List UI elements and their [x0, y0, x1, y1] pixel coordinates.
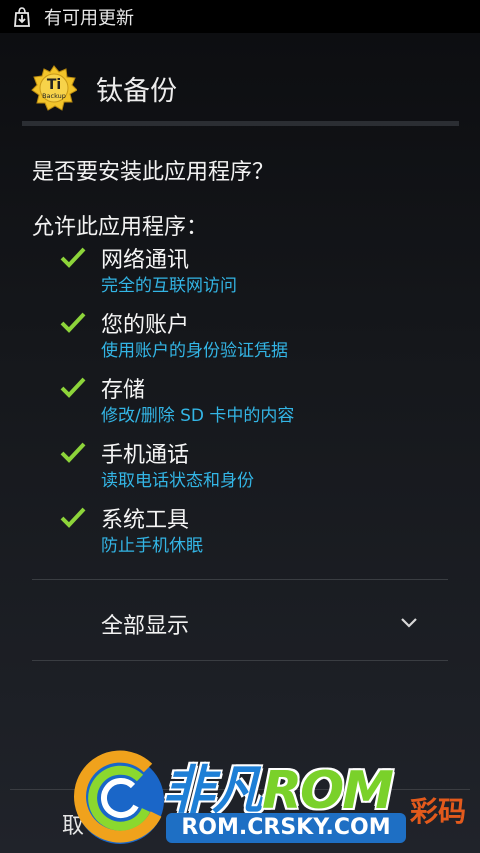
- show-all-bottom-divider: [32, 660, 448, 661]
- check-icon: [60, 507, 86, 528]
- watermark-brand: 非凡ROM: [162, 748, 394, 823]
- permission-item: 系统工具 防止手机休眠: [60, 500, 460, 565]
- check-icon: [60, 442, 86, 463]
- header-divider: [22, 121, 459, 126]
- download-bag-icon: [14, 6, 30, 27]
- watermark-brand-cn: 非凡: [162, 761, 264, 821]
- install-screen: 有可用更新 Ti Backup 钛备份 是否要安装此应用程序？ 允许此应用程序：…: [0, 0, 480, 853]
- check-icon: [60, 377, 86, 398]
- watermark-tag: 彩码: [410, 795, 467, 828]
- install-question: 是否要安装此应用程序？: [32, 160, 275, 185]
- show-all-button[interactable]: 全部显示: [32, 582, 448, 660]
- show-all-top-divider: [32, 579, 448, 580]
- permission-item: 网络通讯 完全的互联网访问: [60, 240, 460, 305]
- permission-description[interactable]: 完全的互联网访问: [101, 271, 237, 296]
- permissions-heading: 允许此应用程序：: [32, 215, 209, 240]
- permission-title: 手机通话: [101, 443, 190, 468]
- watermark-brand-rom: ROM: [262, 761, 394, 821]
- app-header: Ti Backup 钛备份: [22, 58, 177, 118]
- permission-item: 存储 修改/删除 SD 卡中的内容: [60, 370, 460, 435]
- permission-title: 系统工具: [101, 508, 190, 533]
- app-name: 钛备份: [96, 75, 177, 107]
- permission-list: 网络通讯 完全的互联网访问 您的账户 使用账户的身份验证凭据 存储 修改/删除 …: [60, 240, 460, 565]
- permission-title: 存储: [101, 378, 146, 403]
- titanium-backup-icon: Ti Backup: [31, 65, 77, 111]
- watermark: 非凡ROM 彩码 ROM.CRSKY.COM: [70, 738, 480, 853]
- chevron-down-icon: [401, 618, 417, 628]
- status-bar[interactable]: 有可用更新: [0, 0, 480, 33]
- svg-text:Backup: Backup: [42, 92, 66, 100]
- permission-title: 网络通讯: [101, 248, 190, 273]
- permission-description[interactable]: 使用账户的身份验证凭据: [101, 336, 288, 361]
- check-icon: [60, 247, 86, 268]
- show-all-label: 全部显示: [101, 614, 190, 639]
- permission-title: 您的账户: [101, 313, 190, 338]
- svg-text:Ti: Ti: [47, 77, 61, 93]
- permission-description[interactable]: 防止手机休眠: [101, 531, 203, 556]
- permission-description[interactable]: 修改/删除 SD 卡中的内容: [101, 401, 294, 426]
- status-notification-text: 有可用更新: [44, 7, 134, 29]
- permission-item: 您的账户 使用账户的身份验证凭据: [60, 305, 460, 370]
- permission-description[interactable]: 读取电话状态和身份: [101, 466, 254, 491]
- check-icon: [60, 312, 86, 333]
- watermark-url: ROM.CRSKY.COM: [166, 813, 406, 843]
- crsky-logo-icon: [74, 750, 164, 844]
- permission-item: 手机通话 读取电话状态和身份: [60, 435, 460, 500]
